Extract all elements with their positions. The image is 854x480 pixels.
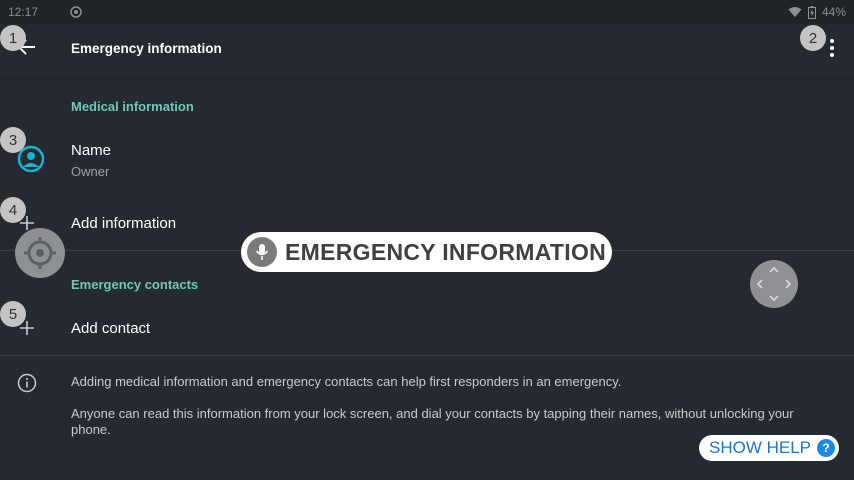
medical-section-title: Medical information [71, 99, 194, 114]
app-bar-divider [0, 73, 854, 74]
crosshair-icon [24, 237, 56, 269]
overlay-badge-2[interactable]: 2 [800, 25, 826, 51]
overlay-badge-4[interactable]: 4 [0, 197, 26, 223]
dpad-arrows-icon [756, 266, 792, 302]
name-row-title[interactable]: Name [71, 142, 111, 159]
info-icon [17, 373, 37, 393]
voice-command-pill: EMERGENCY INFORMATION [241, 232, 612, 272]
sync-icon [70, 6, 82, 18]
status-time: 12:17 [8, 5, 39, 19]
status-bar: 12:17 44% [0, 0, 854, 24]
mic-icon [247, 237, 277, 267]
help-question-icon: ? [817, 439, 835, 457]
overlay-badge-1[interactable]: 1 [0, 25, 26, 51]
battery-charging-icon [807, 5, 816, 19]
info-text-1: Adding medical information and emergency… [71, 374, 622, 389]
info-divider [0, 355, 854, 356]
contacts-section-title: Emergency contacts [71, 277, 199, 292]
name-row-value: Owner [71, 164, 110, 179]
page-title: Emergency information [71, 41, 222, 56]
dpad-button[interactable] [750, 260, 798, 308]
add-contact-button[interactable]: Add contact [71, 320, 150, 337]
more-vert-icon[interactable] [824, 36, 840, 60]
crosshair-button[interactable] [15, 228, 65, 278]
add-information-button[interactable]: Add information [71, 215, 176, 232]
overlay-badge-5[interactable]: 5 [0, 301, 26, 327]
battery-level: 44% [821, 5, 846, 19]
show-help-label: SHOW HELP [709, 438, 812, 457]
wifi-icon [788, 7, 802, 17]
info-text-2: Anyone can read this information from yo… [71, 406, 794, 437]
status-right: 44% [788, 5, 846, 19]
overlay-badge-3[interactable]: 3 [0, 127, 26, 153]
voice-command-text: EMERGENCY INFORMATION [285, 238, 607, 265]
show-help-button[interactable]: SHOW HELP ? [699, 435, 839, 461]
